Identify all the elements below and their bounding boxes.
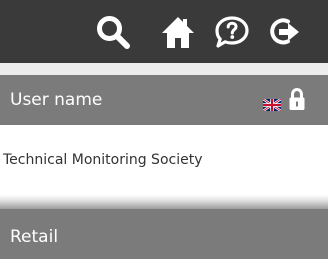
organization-name: Technical Monitoring Society [3, 152, 203, 168]
retail-section-label: Retail [10, 227, 59, 247]
logout-icon[interactable] [266, 14, 302, 50]
search-icon[interactable] [95, 14, 131, 50]
top-toolbar [0, 0, 328, 63]
lock-icon[interactable] [288, 87, 306, 111]
retail-section-header[interactable]: Retail [0, 209, 328, 259]
organization-panel: Technical Monitoring Society [0, 125, 328, 195]
uk-flag-icon[interactable] [263, 99, 281, 111]
home-icon[interactable] [160, 14, 196, 50]
chat-help-icon[interactable] [214, 14, 250, 50]
user-name-label: User name [10, 90, 103, 110]
toolbar-separator [0, 63, 328, 75]
section-shadow [0, 195, 328, 209]
user-bar[interactable]: User name [0, 75, 328, 125]
